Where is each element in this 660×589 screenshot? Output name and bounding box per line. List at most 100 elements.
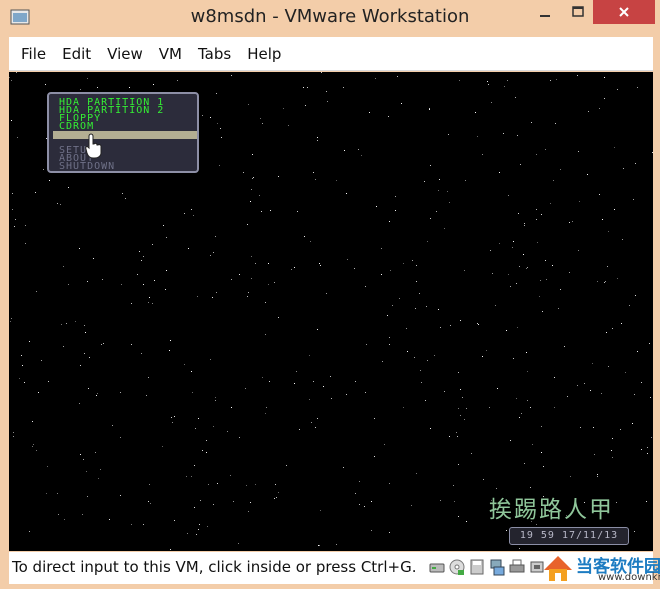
star <box>330 376 331 377</box>
star <box>490 250 491 251</box>
star <box>425 400 426 401</box>
star <box>460 415 461 416</box>
star <box>578 151 579 152</box>
star <box>248 104 249 105</box>
star <box>414 357 415 358</box>
star <box>101 344 102 345</box>
hard-disk-icon[interactable] <box>429 558 445 576</box>
star <box>343 87 344 88</box>
star <box>580 427 581 428</box>
menu-file[interactable]: File <box>13 37 54 71</box>
star <box>11 80 12 81</box>
star <box>274 282 275 283</box>
star <box>255 263 256 264</box>
star <box>187 533 188 534</box>
boot-menu-selection[interactable] <box>53 131 197 139</box>
maximize-button[interactable] <box>563 0 593 24</box>
star <box>447 191 448 192</box>
star <box>458 516 459 517</box>
star <box>482 154 483 155</box>
menu-view[interactable]: View <box>99 37 151 71</box>
star <box>487 81 488 82</box>
star <box>199 524 200 525</box>
star <box>588 111 589 112</box>
star <box>86 471 87 472</box>
star <box>510 286 511 287</box>
star <box>635 295 636 296</box>
site-logo: 当客软件园 www.downkr.com <box>536 552 660 584</box>
boot-item-shutdown[interactable]: SHUTDOWN <box>59 162 115 172</box>
menu-edit[interactable]: Edit <box>54 37 99 71</box>
star <box>542 311 543 312</box>
menu-tabs[interactable]: Tabs <box>190 37 239 71</box>
star <box>449 202 450 203</box>
printer-icon[interactable] <box>509 558 525 576</box>
star <box>191 371 192 372</box>
star <box>477 136 478 137</box>
star <box>80 89 81 90</box>
star <box>584 383 585 384</box>
star <box>88 388 89 389</box>
cd-icon[interactable] <box>449 558 465 576</box>
star <box>634 394 635 395</box>
star <box>512 247 513 248</box>
star <box>527 400 528 401</box>
star <box>587 174 588 175</box>
star <box>57 493 58 494</box>
star <box>79 403 80 404</box>
star <box>572 221 573 222</box>
star <box>424 181 425 182</box>
star <box>355 381 356 382</box>
star <box>336 544 337 545</box>
minimize-button[interactable] <box>527 0 563 24</box>
star <box>388 116 389 117</box>
star <box>84 353 85 354</box>
star <box>508 274 509 275</box>
star <box>317 418 318 419</box>
star <box>198 529 199 530</box>
star <box>63 346 64 347</box>
star <box>96 395 97 396</box>
star <box>13 432 14 433</box>
star <box>304 236 305 237</box>
star <box>647 453 648 454</box>
star <box>427 360 428 361</box>
star <box>32 421 33 422</box>
star <box>278 492 279 493</box>
star <box>210 117 211 118</box>
title-bar[interactable]: w8msdn - VMware Workstation <box>0 0 660 36</box>
star <box>212 297 213 298</box>
menu-help[interactable]: Help <box>239 37 289 71</box>
star <box>331 398 332 399</box>
star <box>48 381 49 382</box>
star <box>146 395 147 396</box>
star <box>606 332 607 333</box>
star <box>207 526 208 527</box>
vm-console[interactable]: HDA PARTITION 1 HDA PARTITION 2 FLOPPY C… <box>9 72 653 551</box>
star <box>163 225 164 226</box>
boot-item-cdrom[interactable]: CDROM <box>59 122 94 132</box>
star <box>98 478 99 479</box>
close-button[interactable] <box>593 0 655 24</box>
menu-vm[interactable]: VM <box>151 37 190 71</box>
watermark-text: 挨踢路人甲 <box>489 497 614 523</box>
star <box>617 278 618 279</box>
star <box>68 187 69 188</box>
star <box>647 447 648 448</box>
network-icon[interactable] <box>489 558 505 576</box>
star <box>527 267 528 268</box>
star <box>139 251 140 252</box>
star <box>202 450 203 451</box>
star <box>612 328 613 329</box>
star <box>429 108 430 109</box>
star <box>141 260 142 261</box>
star <box>597 281 598 282</box>
star <box>390 270 391 271</box>
star <box>387 315 388 316</box>
star <box>592 363 593 364</box>
star <box>148 501 149 502</box>
star <box>46 493 47 494</box>
floppy-icon[interactable] <box>469 558 485 576</box>
star <box>519 266 520 267</box>
star <box>607 266 608 267</box>
